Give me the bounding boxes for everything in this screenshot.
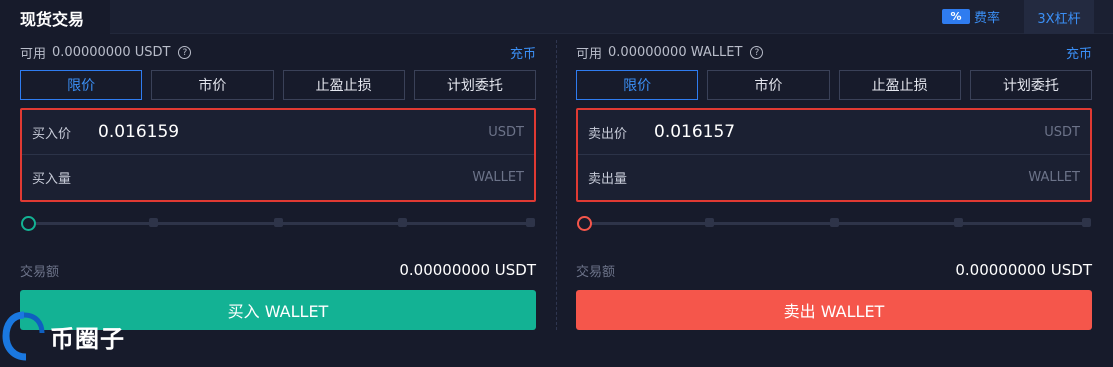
deposit-link[interactable]: 充币	[510, 43, 536, 62]
slider-tick-50[interactable]	[274, 218, 283, 227]
slider-tick-100[interactable]	[526, 218, 535, 227]
tab-limit[interactable]: 限价	[576, 70, 699, 100]
available-balance: 可用 0.00000000 WALLET ?	[576, 43, 764, 62]
trade-amount-label: 交易额	[20, 264, 60, 280]
top-bar: 现货交易 % 费率 3X杠杆	[0, 0, 1113, 34]
deposit-link[interactable]: 充币	[1066, 43, 1092, 62]
order-inputs: 卖出价 0.016157 USDT 卖出量 WALLET	[576, 108, 1092, 202]
quantity-unit: WALLET	[1028, 170, 1080, 185]
available-label: 可用	[20, 47, 47, 62]
trade-amount-value: 0.00000000 USDT	[955, 261, 1092, 279]
quantity-unit: WALLET	[472, 170, 524, 185]
panel-divider	[556, 40, 557, 330]
tab-trigger-order[interactable]: 计划委托	[413, 70, 536, 100]
tab-market[interactable]: 市价	[707, 70, 830, 100]
price-unit: USDT	[488, 124, 524, 140]
buy-price-field[interactable]: 买入价 0.016159 USDT	[22, 110, 534, 155]
slider-tick-100[interactable]	[1082, 218, 1091, 227]
page-title[interactable]: 现货交易	[0, 0, 110, 34]
sell-panel: 可用 0.00000000 WALLET ? 充币 限价 市价 止盈止损 计划委…	[576, 34, 1092, 367]
available-label: 可用	[576, 47, 603, 62]
available-value: 0.00000000 USDT	[52, 45, 171, 60]
fee-rate-link[interactable]: % 费率	[942, 7, 1001, 26]
buy-percentage-slider[interactable]	[20, 215, 536, 231]
fee-rate-label: 费率	[974, 10, 1001, 26]
slider-handle[interactable]	[577, 216, 592, 231]
trade-amount-label: 交易额	[576, 264, 616, 280]
order-type-tabs: 限价 市价 止盈止损 计划委托	[576, 70, 1092, 100]
tab-stop-limit[interactable]: 止盈止损	[838, 70, 961, 100]
sell-button[interactable]: 卖出 WALLET	[576, 290, 1092, 330]
sell-price-field[interactable]: 卖出价 0.016157 USDT	[578, 110, 1090, 155]
slider-tick-75[interactable]	[954, 218, 963, 227]
help-icon[interactable]: ?	[178, 46, 192, 59]
tab-leverage[interactable]: 3X杠杆	[1024, 0, 1094, 34]
order-type-tabs: 限价 市价 止盈止损 计划委托	[20, 70, 536, 100]
available-balance: 可用 0.00000000 USDT ?	[20, 43, 192, 62]
buy-quantity-label: 买入量	[32, 172, 72, 187]
tab-stop-limit[interactable]: 止盈止损	[282, 70, 405, 100]
buy-quantity-field[interactable]: 买入量 WALLET	[22, 155, 534, 200]
sell-quantity-label: 卖出量	[588, 172, 628, 187]
slider-tick-25[interactable]	[705, 218, 714, 227]
help-icon[interactable]: ?	[750, 46, 764, 59]
slider-tick-25[interactable]	[149, 218, 158, 227]
slider-tick-75[interactable]	[398, 218, 407, 227]
tab-limit[interactable]: 限价	[20, 70, 143, 100]
coin-logo-icon	[2, 311, 45, 361]
tab-trigger-order[interactable]: 计划委托	[969, 70, 1092, 100]
sell-price-label: 卖出价	[588, 126, 628, 142]
tab-market[interactable]: 市价	[151, 70, 274, 100]
trade-amount: 交易额 0.00000000 USDT	[20, 260, 536, 280]
percent-icon: %	[942, 8, 970, 24]
sell-percentage-slider[interactable]	[576, 215, 1092, 231]
trade-amount: 交易额 0.00000000 USDT	[576, 260, 1092, 280]
sell-price-input[interactable]: 0.016157	[654, 122, 1044, 142]
slider-tick-50[interactable]	[830, 218, 839, 227]
order-inputs: 买入价 0.016159 USDT 买入量 WALLET	[20, 108, 536, 202]
available-value: 0.00000000 WALLET	[608, 45, 743, 60]
watermark: 币圈子	[2, 306, 125, 366]
watermark-text: 币圈子	[50, 324, 125, 353]
trade-amount-value: 0.00000000 USDT	[399, 261, 536, 279]
slider-handle[interactable]	[21, 216, 36, 231]
price-unit: USDT	[1044, 124, 1080, 140]
sell-quantity-field[interactable]: 卖出量 WALLET	[578, 155, 1090, 200]
buy-price-input[interactable]: 0.016159	[98, 122, 488, 142]
buy-price-label: 买入价	[32, 126, 72, 142]
